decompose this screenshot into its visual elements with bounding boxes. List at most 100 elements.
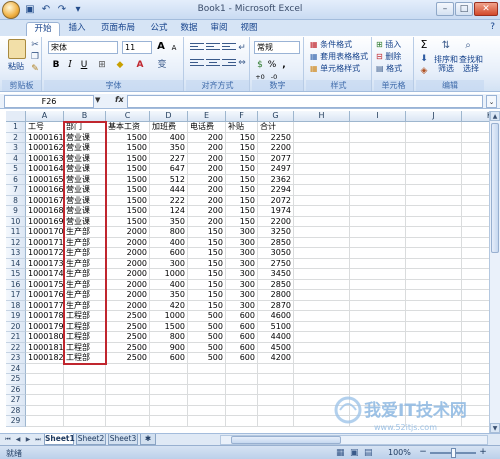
table-cell[interactable]: 500 xyxy=(188,311,226,322)
table-header-cell[interactable]: 部门 xyxy=(64,122,106,133)
column-header-a[interactable]: A xyxy=(26,111,64,122)
cell[interactable] xyxy=(406,227,462,238)
table-cell[interactable]: 工程部 xyxy=(64,342,106,353)
cell[interactable] xyxy=(350,248,406,259)
cell[interactable] xyxy=(406,164,462,175)
zoom-slider-handle[interactable] xyxy=(451,448,456,458)
column-header-d[interactable]: D xyxy=(150,111,188,122)
table-cell[interactable]: 2294 xyxy=(258,185,294,196)
name-box[interactable]: F26 xyxy=(4,95,94,108)
table-cell[interactable]: 2000 xyxy=(106,300,150,311)
cell[interactable] xyxy=(150,405,188,416)
cell[interactable] xyxy=(350,321,406,332)
table-cell[interactable]: 营业课 xyxy=(64,164,106,175)
row-header[interactable]: 13 xyxy=(6,248,26,259)
cell[interactable] xyxy=(350,416,406,427)
row-header[interactable]: 29 xyxy=(6,416,26,427)
fill-icon[interactable]: ⬇ xyxy=(418,53,430,65)
cell[interactable] xyxy=(350,290,406,301)
row-header[interactable]: 19 xyxy=(6,311,26,322)
cell[interactable] xyxy=(188,363,226,374)
table-cell[interactable]: 4600 xyxy=(258,311,294,322)
cell[interactable] xyxy=(294,132,350,143)
table-cell[interactable]: 生产部 xyxy=(64,300,106,311)
table-cell[interactable]: 5100 xyxy=(258,321,294,332)
table-cell[interactable]: 1000164 xyxy=(26,164,64,175)
table-cell[interactable]: 500 xyxy=(188,332,226,343)
cell[interactable] xyxy=(150,384,188,395)
table-cell[interactable]: 350 xyxy=(150,216,188,227)
cell[interactable] xyxy=(406,311,462,322)
table-cell[interactable]: 150 xyxy=(188,279,226,290)
table-cell[interactable]: 2500 xyxy=(106,332,150,343)
grow-font-button[interactable]: A xyxy=(155,41,167,53)
bold-button[interactable]: B xyxy=(50,59,62,71)
conditional-format-button[interactable]: ▦ 条件格式 xyxy=(310,39,352,50)
find-select-icon[interactable]: ⌕ xyxy=(462,40,474,52)
cell[interactable] xyxy=(258,374,294,385)
cell[interactable] xyxy=(64,384,106,395)
row-header[interactable]: 27 xyxy=(6,395,26,406)
cell[interactable] xyxy=(150,416,188,427)
table-cell[interactable]: 900 xyxy=(150,342,188,353)
tab-data[interactable]: 数据 xyxy=(176,22,202,36)
cell[interactable] xyxy=(406,416,462,427)
table-header-cell[interactable]: 工号 xyxy=(26,122,64,133)
align-bottom-icon[interactable] xyxy=(222,41,236,53)
table-cell[interactable]: 2000 xyxy=(106,279,150,290)
table-cell[interactable]: 150 xyxy=(188,237,226,248)
table-cell[interactable]: 营业课 xyxy=(64,195,106,206)
zoom-in-icon[interactable]: + xyxy=(478,448,488,458)
sheet-tab-sheet1[interactable]: Sheet1 xyxy=(44,434,75,445)
help-icon[interactable]: ? xyxy=(490,22,495,32)
cell[interactable] xyxy=(294,311,350,322)
cell[interactable] xyxy=(350,311,406,322)
table-cell[interactable]: 124 xyxy=(150,206,188,217)
cell[interactable] xyxy=(462,238,489,248)
table-cell[interactable]: 生产部 xyxy=(64,227,106,238)
table-cell[interactable]: 1974 xyxy=(258,206,294,217)
cell[interactable] xyxy=(294,279,350,290)
cell[interactable] xyxy=(26,384,64,395)
zoom-out-icon[interactable]: − xyxy=(418,448,428,458)
cell[interactable] xyxy=(226,395,258,406)
cell[interactable] xyxy=(350,143,406,154)
table-cell[interactable]: 2250 xyxy=(258,132,294,143)
horizontal-scroll-thumb[interactable] xyxy=(231,436,341,444)
paste-icon[interactable] xyxy=(8,39,26,59)
cell[interactable] xyxy=(406,185,462,196)
cell[interactable] xyxy=(350,216,406,227)
table-cell[interactable]: 600 xyxy=(150,353,188,364)
table-cell[interactable]: 1000168 xyxy=(26,206,64,217)
cell[interactable] xyxy=(462,332,489,343)
cell[interactable] xyxy=(188,395,226,406)
cell[interactable] xyxy=(294,174,350,185)
table-cell[interactable]: 工程部 xyxy=(64,311,106,322)
cell[interactable] xyxy=(350,300,406,311)
cell[interactable] xyxy=(258,395,294,406)
cell[interactable] xyxy=(350,279,406,290)
cell[interactable] xyxy=(462,259,489,269)
table-cell[interactable]: 生产部 xyxy=(64,258,106,269)
table-cell[interactable]: 工程部 xyxy=(64,332,106,343)
table-cell[interactable]: 1000173 xyxy=(26,258,64,269)
table-cell[interactable]: 2362 xyxy=(258,174,294,185)
table-header-cell[interactable]: 加班费 xyxy=(150,122,188,133)
cell[interactable] xyxy=(406,363,462,374)
table-cell[interactable]: 600 xyxy=(226,311,258,322)
cell[interactable] xyxy=(406,342,462,353)
table-cell[interactable]: 200 xyxy=(188,195,226,206)
table-cell[interactable]: 600 xyxy=(226,353,258,364)
table-header-cell[interactable]: 补贴 xyxy=(226,122,258,133)
cell[interactable] xyxy=(350,363,406,374)
row-header[interactable]: 16 xyxy=(6,279,26,290)
cell[interactable] xyxy=(350,164,406,175)
column-header-k[interactable]: K xyxy=(462,111,489,122)
table-cell[interactable]: 2500 xyxy=(106,311,150,322)
table-cell[interactable]: 150 xyxy=(226,153,258,164)
table-cell[interactable]: 350 xyxy=(150,143,188,154)
prev-sheet-icon[interactable]: ◀ xyxy=(14,435,22,445)
table-cell[interactable]: 1500 xyxy=(106,164,150,175)
underline-button[interactable]: U xyxy=(78,59,90,71)
row-header[interactable]: 18 xyxy=(6,300,26,311)
